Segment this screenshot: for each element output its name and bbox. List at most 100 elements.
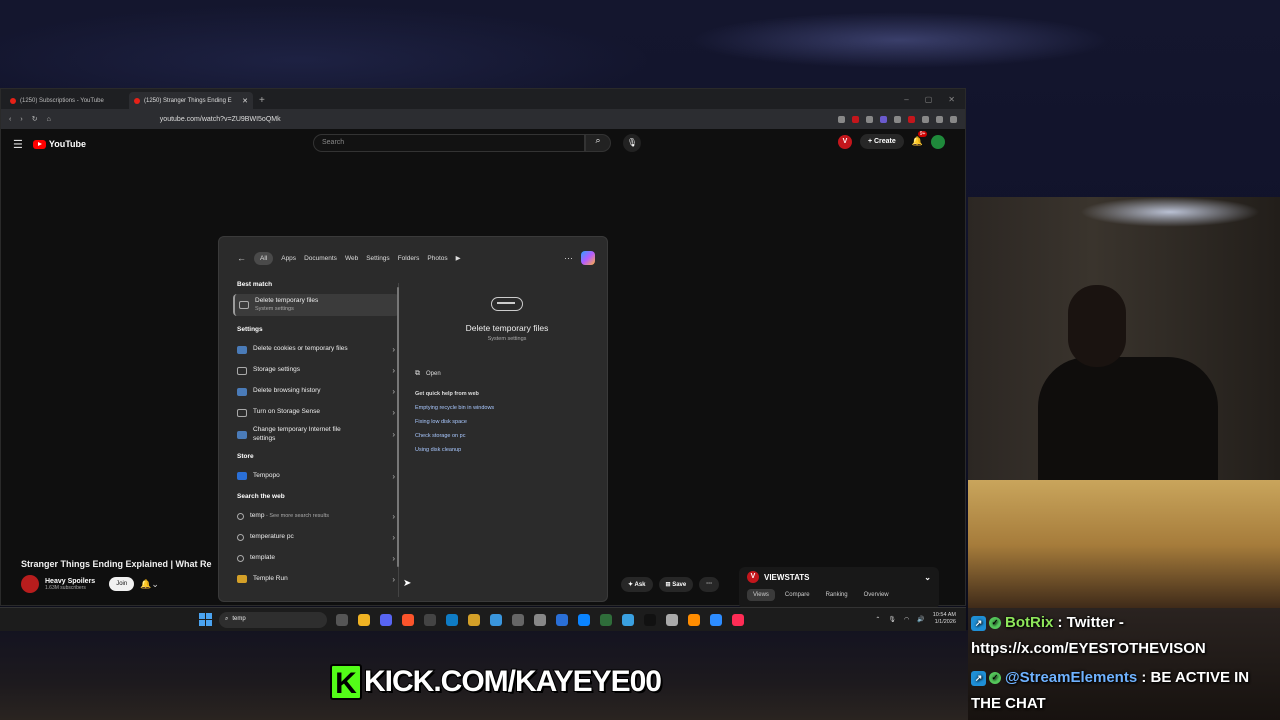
chevron-right-icon[interactable]: ›	[392, 472, 395, 481]
tiktok-icon[interactable]	[732, 614, 744, 626]
url-field[interactable]: youtube.com/watch?v=ZU9BWI5oQMk	[160, 116, 281, 123]
chevron-up-icon[interactable]: ⌃	[875, 616, 880, 623]
quick-help-link[interactable]: Emptying recycle bin in windows	[415, 405, 599, 411]
filter-apps[interactable]: Apps	[281, 255, 296, 262]
chevron-right-icon[interactable]: ›	[392, 512, 395, 521]
app-icon[interactable]	[556, 614, 568, 626]
settings-item-temp-internet-files[interactable]: Change temporary Internet file settings …	[233, 423, 399, 447]
edge-icon[interactable]	[578, 614, 590, 626]
notifications-bell-icon[interactable]: 🔔 9+	[912, 131, 928, 147]
chevron-right-icon[interactable]: ›	[392, 575, 395, 584]
hamburger-menu-icon[interactable]: ☰	[13, 138, 23, 151]
search-button[interactable]: ⌕	[585, 134, 611, 152]
chatgpt-icon[interactable]	[512, 614, 524, 626]
viewstats-tab-compare[interactable]: Compare	[779, 589, 816, 601]
quick-help-link[interactable]: Check storage on pc	[415, 433, 599, 439]
settings-item-storage[interactable]: Storage settings ›	[233, 360, 399, 381]
obs-icon[interactable]	[424, 614, 436, 626]
back-arrow-icon[interactable]: ←	[237, 253, 246, 263]
channel-avatar[interactable]	[21, 575, 39, 593]
chevron-right-icon[interactable]: ›	[392, 533, 395, 542]
notepad-icon[interactable]	[490, 614, 502, 626]
extension-icon[interactable]	[894, 115, 901, 123]
viewstats-extension-icon[interactable]: V	[837, 134, 852, 149]
extension-icon[interactable]	[936, 115, 943, 123]
wifi-icon[interactable]: ◠	[904, 616, 909, 623]
results-scrollbar[interactable]	[397, 287, 399, 567]
viewstats-tab-overview[interactable]: Overview	[858, 589, 895, 601]
chevron-right-icon[interactable]: ›	[392, 408, 395, 417]
filter-all[interactable]: All	[254, 251, 274, 265]
web-item-template[interactable]: template ›	[233, 548, 399, 569]
close-window-icon[interactable]: ✕	[948, 95, 955, 104]
quick-help-link[interactable]: Fixing low disk space	[415, 419, 599, 425]
extension-icon[interactable]	[880, 115, 887, 123]
chevron-down-icon[interactable]: ⌄	[924, 573, 931, 582]
filter-web[interactable]: Web	[345, 255, 358, 262]
capcut-icon[interactable]	[666, 614, 678, 626]
web-item-temple-run[interactable]: Temple Run ›	[233, 569, 399, 590]
minimize-icon[interactable]: –	[904, 95, 908, 104]
chevron-right-icon[interactable]: ›	[392, 345, 395, 354]
app-icon[interactable]	[468, 614, 480, 626]
reload-icon[interactable]: ↻	[32, 115, 38, 123]
chevron-right-icon[interactable]: ›	[392, 554, 395, 563]
chevron-right-icon[interactable]: ›	[392, 387, 395, 396]
quick-help-link[interactable]: Using disk cleanup	[415, 447, 599, 453]
extension-icon[interactable]	[852, 115, 859, 123]
viewstats-tab-ranking[interactable]: Ranking	[820, 589, 854, 601]
microphone-icon[interactable]: 🎙	[888, 616, 896, 623]
tiktok-icon[interactable]	[644, 614, 656, 626]
edge-icon[interactable]	[446, 614, 458, 626]
discord-icon[interactable]	[380, 614, 392, 626]
settings-item-browsing-history[interactable]: Delete browsing history ›	[233, 381, 399, 402]
task-view-icon[interactable]	[336, 614, 348, 626]
taskbar-search-input[interactable]: ⌕ temp	[219, 612, 327, 628]
tab-subscriptions[interactable]: (1250) Subscriptions - YouTube	[5, 92, 129, 109]
extension-icon[interactable]	[922, 115, 929, 123]
join-button[interactable]: Join	[109, 577, 135, 591]
subscribe-bell-icon[interactable]: 🔔⌄	[140, 579, 159, 590]
new-tab-button[interactable]: +	[253, 95, 271, 109]
filter-photos[interactable]: Photos	[427, 255, 447, 262]
more-options-icon[interactable]: ···	[564, 253, 573, 263]
vlc-icon[interactable]	[688, 614, 700, 626]
app-icon[interactable]	[600, 614, 612, 626]
close-tab-icon[interactable]: ✕	[242, 97, 248, 105]
microphone-icon[interactable]: 🎙	[623, 134, 641, 152]
filter-folders[interactable]: Folders	[398, 255, 420, 262]
play-more-filters-icon[interactable]: ▶	[456, 254, 461, 262]
save-button[interactable]: ⊞ Save	[658, 577, 694, 592]
create-button[interactable]: + Create	[859, 134, 904, 149]
settings-item-storage-sense[interactable]: Turn on Storage Sense ›	[233, 402, 399, 423]
home-icon[interactable]: ⌂	[47, 116, 51, 123]
windows-start-icon[interactable]	[199, 613, 212, 626]
filter-settings[interactable]: Settings	[366, 255, 390, 262]
brave-icon[interactable]	[402, 614, 414, 626]
best-match-item[interactable]: Delete temporary files System settings	[233, 294, 399, 317]
chevron-right-icon[interactable]: ›	[392, 366, 395, 375]
tab-video[interactable]: (1250) Stranger Things Ending E ✕	[129, 92, 253, 109]
more-actions-button[interactable]: ···	[699, 577, 720, 592]
menu-icon[interactable]	[950, 115, 957, 123]
volume-icon[interactable]: 🔊	[917, 616, 924, 623]
web-item-temp[interactable]: temp - See more search results ›	[233, 506, 399, 527]
ask-button[interactable]: ✦ Ask	[621, 577, 653, 592]
extension-icon[interactable]	[866, 115, 873, 123]
back-icon[interactable]: ‹	[9, 116, 11, 123]
store-item-tempopo[interactable]: Tempopo ›	[233, 466, 399, 487]
extension-icon[interactable]	[908, 115, 915, 123]
account-avatar[interactable]	[931, 134, 945, 149]
open-action[interactable]: ⧉ Open	[415, 370, 599, 378]
viewstats-tab-views[interactable]: Views	[747, 589, 775, 601]
maximize-icon[interactable]: ▢	[925, 95, 933, 104]
zoom-icon[interactable]	[710, 614, 722, 626]
filter-documents[interactable]: Documents	[304, 255, 337, 262]
forward-icon[interactable]: ›	[20, 116, 22, 123]
file-explorer-icon[interactable]	[358, 614, 370, 626]
clock[interactable]: 10:54 AM 1/1/2026	[933, 612, 956, 627]
channel-name[interactable]: Heavy Spoilers	[45, 578, 95, 585]
web-item-temperature-pc[interactable]: temperature pc ›	[233, 527, 399, 548]
youtube-search-input[interactable]: Search	[313, 134, 585, 152]
settings-icon[interactable]	[534, 614, 546, 626]
